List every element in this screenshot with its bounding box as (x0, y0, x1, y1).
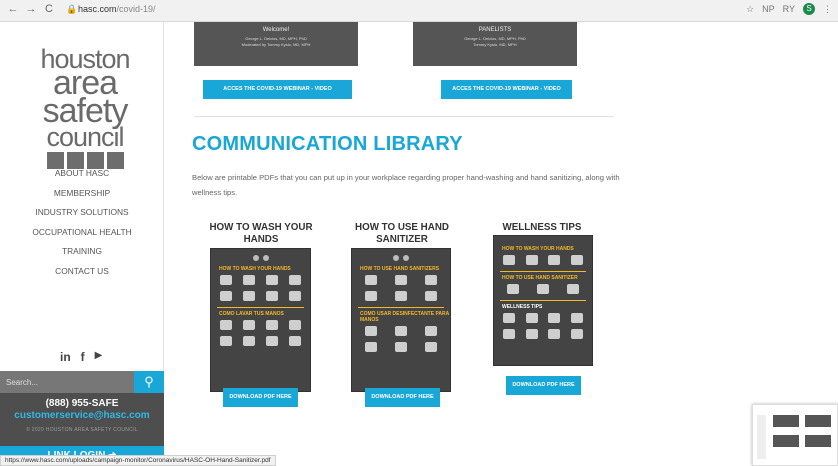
page-thumbnail[interactable] (752, 404, 838, 466)
intro-text: Below are printable PDFs that you can pu… (192, 173, 620, 197)
sidebar-item-contact[interactable]: CONTACT US (0, 262, 164, 282)
extension-ry-icon[interactable]: RY (783, 4, 795, 14)
search-bar: ⚲ (0, 371, 164, 393)
webinar-card-header: PANELISTS (478, 27, 512, 33)
poster-column: HOW TO USE HAND SANITIZER (342, 222, 462, 248)
webinar-card: PANELISTS George L. Delclos, MD, MPH, Ph… (413, 22, 577, 66)
sidebar-item-occupational-health[interactable]: OCCUPATIONAL HEALTH (0, 223, 164, 243)
webinar-card-header: Welcome! (262, 27, 290, 33)
webinar-video-button[interactable]: ACCES THE COVID-19 WEBINAR - VIDEO (441, 80, 572, 99)
sidebar-menu: ABOUT HASC MEMBERSHIP INDUSTRY SOLUTIONS… (0, 164, 164, 281)
poster-section-title: HOW TO USE HAND SANITIZERS (360, 266, 440, 272)
logo-line-council: council (46, 121, 124, 152)
forward-icon[interactable]: → (24, 3, 38, 15)
extension-np-icon[interactable]: NP (762, 4, 775, 14)
poster-column: HOW TO WASH YOUR HANDS (201, 222, 321, 248)
bookmark-star-icon[interactable]: ☆ (746, 4, 754, 15)
search-icon[interactable]: ⚲ (134, 371, 164, 393)
phone-number[interactable]: (888) 955-SAFE (0, 398, 164, 409)
poster-thumbnail[interactable]: HOW TO WASH YOUR HANDS HOW TO USE HAND S… (493, 235, 593, 366)
lock-icon: 🔒 (66, 4, 78, 14)
sidebar-item-training[interactable]: TRAINING (0, 242, 164, 262)
profile-avatar[interactable]: S (803, 3, 815, 15)
status-bar-url: https://www.hasc.com/uploads/campaign-mo… (0, 455, 276, 466)
sidebar-item-about[interactable]: ABOUT HASC (0, 164, 164, 184)
poster-thumbnail[interactable]: HOW TO USE HAND SANITIZERS COMO USAR DES… (351, 248, 451, 392)
url-path: /covid-19/ (116, 4, 156, 14)
back-icon[interactable]: ← (6, 3, 20, 15)
search-input[interactable] (6, 375, 126, 389)
copyright: © 2020 HOUSTON AREA SAFETY COUNCIL (26, 427, 138, 433)
webinar-card-line: Tommy Kyslo, MD, MPH (473, 41, 517, 47)
reload-icon[interactable]: C (42, 3, 56, 15)
download-pdf-button[interactable]: DOWNLOAD PDF HERE (365, 388, 440, 407)
browser-menu-icon[interactable]: ⋮ (823, 4, 832, 15)
main-content: Welcome! George L. Delclos, MD, MPH, PhD… (164, 22, 838, 466)
download-pdf-button[interactable]: DOWNLOAD PDF HERE (506, 376, 581, 395)
webinar-video-button[interactable]: ACCES THE COVID-19 WEBINAR - VIDEO (203, 80, 352, 99)
url-text[interactable]: hasc.com/covid-19/ (78, 4, 156, 14)
address-bar[interactable]: 🔒 hasc.com/covid-19/ (66, 2, 746, 19)
poster-title: HOW TO USE HAND SANITIZER (355, 222, 449, 245)
download-pdf-button[interactable]: DOWNLOAD PDF HERE (223, 388, 298, 407)
poster-section-title: HOW TO USE HAND SANITIZER (502, 275, 578, 281)
poster-section-title: COMO USAR DESINFECTANTE PARA MANOS (360, 311, 450, 323)
youtube-icon[interactable]: ▶ (95, 350, 103, 364)
section-divider (194, 116, 614, 117)
social-links: in f ▶ (60, 350, 102, 364)
webinar-card-line: Moderated by Tommy Kyslo, MD, MPH (241, 41, 311, 47)
email-link[interactable]: customerservice@hasc.com (0, 410, 164, 421)
poster-title: HOW TO WASH YOUR HANDS (209, 222, 313, 245)
sidebar: houston area safety council ABOUT HASC M… (0, 22, 164, 466)
linkedin-icon[interactable]: in (60, 350, 71, 364)
sidebar-item-membership[interactable]: MEMBERSHIP (0, 184, 164, 204)
facebook-icon[interactable]: f (81, 350, 85, 364)
browser-toolbar: ← → C 🔒 hasc.com/covid-19/ ☆ NP RY S ⋮ (0, 0, 838, 22)
sidebar-item-industry-solutions[interactable]: INDUSTRY SOLUTIONS (0, 203, 164, 223)
webinar-card: Welcome! George L. Delclos, MD, MPH, PhD… (194, 22, 358, 66)
url-domain: hasc.com (78, 4, 117, 14)
hasc-logo[interactable]: houston area safety council (40, 45, 131, 169)
page-title: COMMUNICATION LIBRARY (192, 133, 463, 155)
poster-thumbnail[interactable]: HOW TO WASH YOUR HANDS COMO LAVAR TUS MA… (210, 248, 311, 392)
